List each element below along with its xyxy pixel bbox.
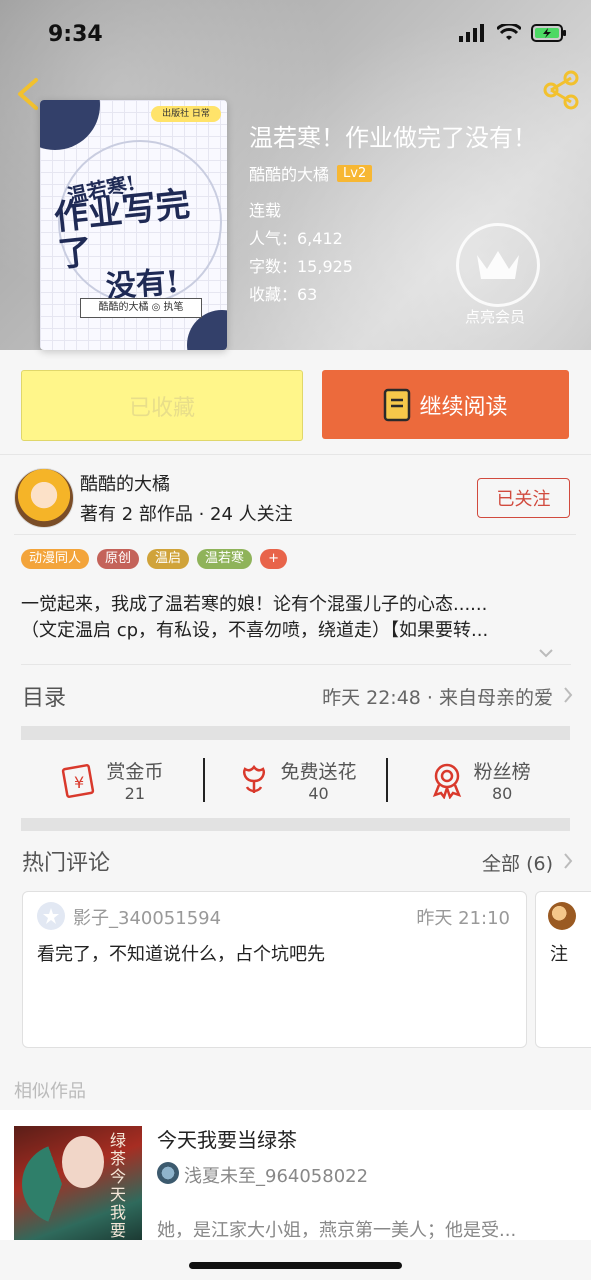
follow-label: 已关注 bbox=[496, 489, 551, 510]
share-button[interactable] bbox=[541, 70, 581, 110]
home-bar-area bbox=[0, 1240, 591, 1280]
expand-synopsis-button[interactable] bbox=[538, 643, 554, 662]
similar-cover-text: 绿茶今天我要当 bbox=[110, 1131, 127, 1241]
chevron-right-icon bbox=[563, 686, 573, 708]
commenter-avatar[interactable] bbox=[37, 902, 65, 930]
tag-more-button[interactable]: + bbox=[260, 549, 287, 569]
reward-flower-button[interactable]: 免费送花 40 bbox=[205, 742, 387, 818]
similar-works-title: 相似作品 bbox=[14, 1081, 86, 1102]
follow-button[interactable]: 已关注 bbox=[477, 478, 570, 518]
tag-item[interactable]: 温启 bbox=[147, 549, 190, 569]
book-popularity: 人气：6,412 bbox=[249, 229, 343, 248]
book-word-count: 字数：15,925 bbox=[249, 257, 353, 276]
all-comments-link[interactable]: 全部 (6) bbox=[482, 849, 553, 876]
section-separator bbox=[21, 818, 570, 831]
collected-button[interactable]: 已收藏 bbox=[21, 370, 303, 441]
reward-fans-button[interactable]: 粉丝榜 80 bbox=[388, 742, 570, 818]
reward-label: 粉丝榜 bbox=[473, 761, 531, 783]
book-author[interactable]: 酷酷的大橘 bbox=[249, 161, 329, 185]
continue-reading-button[interactable]: 继续阅读 bbox=[322, 370, 569, 439]
tag-item[interactable]: 原创 bbox=[97, 549, 140, 569]
book-favorites: 收藏：63 bbox=[249, 285, 318, 304]
reward-count: 40 bbox=[308, 784, 329, 803]
similar-work-cover[interactable]: 绿茶今天我要当 bbox=[14, 1126, 142, 1240]
similar-work-item[interactable]: 绿茶今天我要当 今天我要当绿茶 浅夏未至_964058022 她，是江家大小姐，… bbox=[0, 1110, 591, 1241]
author-stats: 著有 2 部作品 · 24 人关注 bbox=[80, 504, 293, 525]
battery-icon bbox=[531, 24, 566, 42]
commenter-avatar[interactable] bbox=[548, 902, 576, 930]
similar-work-desc: 她，是江家大小姐，燕京第一美人；他是受... bbox=[157, 1220, 517, 1241]
divider bbox=[14, 534, 576, 535]
comment-text: 注 bbox=[550, 944, 568, 965]
back-button[interactable] bbox=[14, 76, 42, 112]
home-indicator[interactable] bbox=[189, 1262, 402, 1269]
continue-reading-label: 继续阅读 bbox=[419, 394, 508, 420]
chevron-right-icon bbox=[563, 852, 573, 874]
comment-card[interactable]: 注 bbox=[535, 891, 591, 1048]
comment-time: 昨天 21:10 bbox=[416, 908, 510, 929]
reward-count: 80 bbox=[492, 784, 513, 803]
book-status: 连载 bbox=[249, 201, 282, 220]
reward-coin-button[interactable]: ¥ 赏金币 21 bbox=[21, 742, 203, 818]
tag-list: 动漫同人 原创 温启 温若寒 + bbox=[21, 549, 287, 569]
red-envelope-icon: ¥ bbox=[62, 764, 95, 798]
book-cover[interactable]: 出版社 日常 温若寒! 作业写完了 没有! 酷酷的大橘 ◎ 执笔 bbox=[40, 100, 227, 350]
reward-count: 21 bbox=[124, 784, 146, 803]
author-avatar[interactable] bbox=[14, 468, 74, 528]
book-author-row[interactable]: 酷酷的大橘 Lv2 bbox=[249, 161, 373, 185]
medal-icon bbox=[432, 763, 461, 799]
similar-author-avatar bbox=[157, 1162, 179, 1184]
section-separator bbox=[21, 726, 570, 740]
star-icon bbox=[43, 908, 59, 924]
back-arrow-icon bbox=[18, 78, 38, 110]
vip-label: 点亮会员 bbox=[464, 308, 525, 326]
chevron-down-icon bbox=[539, 649, 553, 658]
flower-icon bbox=[242, 764, 265, 793]
book-title: 温若寒！作业做完了没有！ bbox=[249, 124, 537, 152]
synopsis-line: （文定温启 cp，有私设，不喜勿喷，绕道走）【如果要转... bbox=[21, 620, 489, 641]
hot-comments-title: 热门评论 bbox=[22, 851, 111, 876]
signal-icon bbox=[459, 24, 484, 42]
author-name[interactable]: 酷酷的大橘 bbox=[80, 470, 170, 496]
toc-label: 目录 bbox=[22, 686, 67, 711]
reward-label: 免费送花 bbox=[280, 761, 357, 783]
divider bbox=[0, 454, 591, 455]
cover-author-banner: 酷酷的大橘 ◎ 执笔 bbox=[80, 298, 202, 318]
status-time: 9:34 bbox=[48, 22, 103, 47]
synopsis[interactable]: 一觉起来，我成了温若寒的娘！论有个混蛋儿子的心态...... （文定温启 cp，… bbox=[21, 592, 571, 644]
similar-work-title[interactable]: 今天我要当绿茶 bbox=[157, 1124, 297, 1153]
toc-latest-chapter: 昨天 22:48 · 来自母亲的爱 bbox=[322, 687, 553, 709]
reward-label: 赏金币 bbox=[106, 761, 164, 783]
reward-bar: ¥ 赏金币 21 免费送花 40 粉丝榜 80 bbox=[21, 742, 570, 818]
synopsis-line: 一觉起来，我成了温若寒的娘！论有个混蛋儿子的心态...... bbox=[21, 594, 488, 615]
similar-work-author[interactable]: 浅夏未至_964058022 bbox=[184, 1162, 368, 1188]
tag-item[interactable]: 温若寒 bbox=[197, 549, 253, 569]
status-icons bbox=[459, 24, 567, 42]
tag-item[interactable]: 动漫同人 bbox=[21, 549, 90, 569]
cover-title-art: 温若寒! 作业写完了 没有! bbox=[52, 170, 192, 305]
commenter-name[interactable]: 影子_340051594 bbox=[73, 904, 221, 930]
comment-text: 看完了，不知道说什么，占个坑吧先 bbox=[37, 944, 325, 965]
collected-label: 已收藏 bbox=[128, 395, 195, 421]
crown-icon bbox=[477, 251, 519, 279]
cover-badge: 出版社 日常 bbox=[151, 106, 221, 122]
level-badge: Lv2 bbox=[337, 164, 373, 182]
comment-card[interactable]: 影子_340051594 昨天 21:10 看完了，不知道说什么，占个坑吧先 bbox=[22, 891, 527, 1048]
share-icon bbox=[543, 70, 579, 110]
vip-button[interactable] bbox=[456, 223, 540, 307]
book-icon bbox=[384, 388, 411, 421]
svg-text:¥: ¥ bbox=[74, 773, 84, 792]
wifi-icon bbox=[497, 24, 521, 40]
